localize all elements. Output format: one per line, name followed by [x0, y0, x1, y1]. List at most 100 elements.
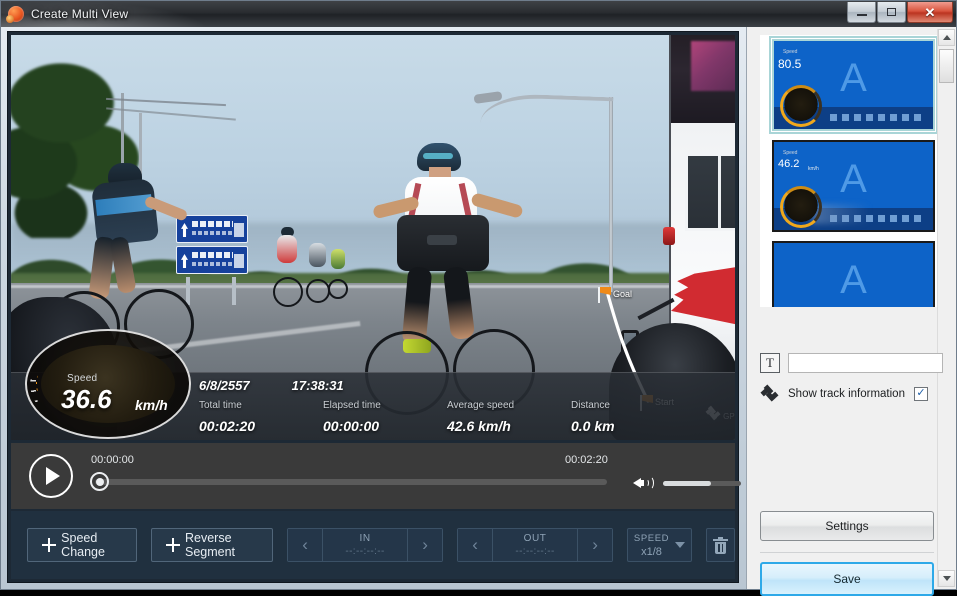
speed-dropdown[interactable]: SPEED x1/8: [627, 528, 692, 562]
speed-change-label: Speed Change: [61, 531, 122, 559]
track-info-checkbox[interactable]: ✓: [914, 387, 928, 401]
cyclist-leg: [443, 266, 476, 340]
template-mini-gauge: [780, 85, 822, 127]
sign-leg-right: [232, 277, 236, 305]
track-info-row[interactable]: Show track information ✓: [760, 384, 928, 403]
in-value: --:--:--:--: [345, 546, 384, 557]
sign-subtext-line: [192, 231, 233, 235]
template-list[interactable]: A Speed 80.5 A Speed 46.2: [760, 35, 947, 307]
timeline-scrubber[interactable]: [95, 479, 607, 485]
maximize-button[interactable]: [877, 2, 906, 23]
editor-panel: Goal Start GPS: [7, 31, 739, 583]
out-next-button[interactable]: ›: [578, 529, 612, 561]
window-controls: ✕: [847, 2, 953, 23]
scroll-down-icon: [943, 576, 951, 581]
out-point-group: ‹ OUT --:--:--:-- ›: [457, 528, 613, 562]
bicycle-wheel: [273, 277, 303, 307]
field-value: 0.0 km: [571, 418, 615, 434]
field-label: Elapsed time: [323, 400, 447, 411]
scroll-up-button[interactable]: [938, 29, 955, 46]
play-button[interactable]: [29, 454, 73, 498]
distant-cyclist-1: [269, 235, 305, 315]
bus-marker-lamp: [663, 227, 675, 245]
delete-button[interactable]: [706, 528, 735, 562]
text-tool-row: T: [760, 353, 943, 373]
volume-level-fill: [663, 481, 711, 486]
title-bar: Create Multi View ✕: [1, 1, 956, 27]
out-label: OUT: [524, 533, 547, 544]
distant-cyclist-3: [326, 249, 350, 309]
road-sign: [176, 215, 248, 293]
reverse-segment-button[interactable]: Reverse Segment: [151, 528, 273, 562]
telemetry-header: 6/8/2557 17:38:31: [199, 378, 344, 393]
text-input[interactable]: [788, 353, 943, 373]
volume-slider[interactable]: [663, 481, 741, 486]
save-button[interactable]: Save: [760, 562, 934, 596]
sign-text-line: [192, 252, 233, 258]
plus-icon: [42, 538, 52, 552]
gauge-speed-label: Speed: [67, 373, 97, 384]
cyclist-torso: [309, 243, 326, 267]
in-point-group: ‹ IN --:--:--:-- ›: [287, 528, 443, 562]
field-value: 00:00:00: [323, 418, 379, 434]
reverse-segment-label: Reverse Segment: [185, 531, 258, 559]
telemetry-field-elapsed-time: Elapsed time 00:00:00: [323, 400, 447, 436]
panel-divider: [760, 552, 934, 553]
template-mini-gauge: [780, 186, 822, 228]
text-tool-icon: T: [766, 355, 774, 371]
total-time-label: 00:02:20: [565, 454, 608, 466]
close-button[interactable]: ✕: [907, 2, 953, 23]
app-logo-icon: [8, 6, 24, 22]
video-preview[interactable]: Goal Start GPS: [11, 35, 735, 440]
application-window: Create Multi View ✕: [0, 0, 957, 590]
bus-advert-panel: [691, 41, 735, 91]
bicycle-wheel: [328, 279, 348, 299]
template-thumbnail-3[interactable]: A: [772, 241, 935, 307]
template-letter: A: [774, 243, 933, 307]
close-icon: ✕: [925, 6, 936, 19]
bus-window: [685, 153, 735, 231]
field-label: Average speed: [447, 400, 571, 411]
sign-pictogram: [234, 223, 244, 237]
play-icon: [46, 467, 60, 485]
gps-goal-label: Goal: [613, 289, 632, 299]
edit-toolbar: Speed Change Reverse Segment ‹ IN --:--:…: [11, 511, 735, 579]
sign-text-line: [192, 221, 233, 227]
template-list-scrollbar[interactable]: [937, 29, 954, 587]
scroll-down-button[interactable]: [938, 570, 955, 587]
chevron-left-icon: ‹: [472, 535, 478, 555]
field-value: 42.6 km/h: [447, 418, 511, 434]
scrubber-handle[interactable]: [90, 472, 109, 491]
road-sign-board-bottom: [176, 246, 248, 274]
field-value: 00:02:20: [199, 418, 255, 434]
chevron-right-icon: ›: [422, 535, 428, 555]
template-thumbnail-1[interactable]: A Speed 80.5: [772, 39, 935, 131]
speed-change-button[interactable]: Speed Change: [27, 528, 137, 562]
sign-pictogram: [234, 254, 244, 268]
in-next-button[interactable]: ›: [408, 529, 442, 561]
bus-window-mullion: [718, 156, 721, 228]
settings-button[interactable]: Settings: [760, 511, 934, 541]
speed-gauge: Speed 36.6 km/h: [25, 329, 191, 439]
template-placeholder-dashes: [830, 114, 925, 121]
out-point-display[interactable]: OUT --:--:--:--: [492, 529, 578, 561]
text-tool-button[interactable]: T: [760, 353, 780, 373]
telemetry-overlay: Speed 36.6 km/h 6/8/2557 17:38:31 Total …: [11, 372, 735, 440]
scrollbar-thumb[interactable]: [939, 49, 954, 83]
save-button-label: Save: [833, 572, 860, 586]
maximize-icon: [887, 8, 896, 16]
track-info-label: Show track information: [788, 388, 905, 400]
field-label: Distance: [571, 400, 695, 411]
flag-pole: [598, 287, 600, 303]
in-prev-button[interactable]: ‹: [288, 529, 322, 561]
telemetry-clock: 17:38:31: [292, 378, 344, 393]
volume-icon[interactable]: [633, 475, 655, 491]
template-thumbnail-2[interactable]: A Speed 46.2 km/h: [772, 140, 935, 232]
transport-controls: 00:00:00 00:02:20: [11, 443, 735, 509]
settings-button-label: Settings: [825, 519, 868, 533]
out-prev-button[interactable]: ‹: [458, 529, 492, 561]
checkmark-icon: ✓: [916, 388, 925, 399]
in-point-display[interactable]: IN --:--:--:--: [322, 529, 408, 561]
right-panel: A Speed 80.5 A Speed 46.2: [746, 27, 956, 589]
minimize-button[interactable]: [847, 2, 876, 23]
